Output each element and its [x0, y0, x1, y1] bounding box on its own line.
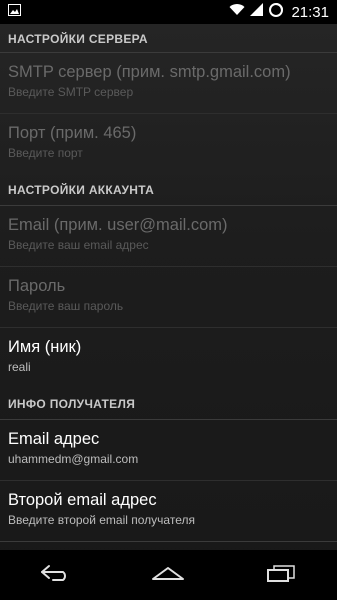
home-button[interactable]	[138, 555, 198, 595]
back-icon	[39, 564, 73, 587]
navigation-bar	[0, 550, 337, 600]
pref-summary: Введите порт	[8, 146, 83, 160]
pref-recipient-email[interactable]: Email адрес uhammedm@gmail.com	[0, 420, 337, 481]
recent-apps-button[interactable]	[251, 555, 311, 595]
settings-screen: 21:31 НАСТРОЙКИ СЕРВЕРА SMTP сервер (при…	[0, 0, 337, 600]
pref-summary: Введите второй email получателя	[8, 513, 195, 527]
pref-nick[interactable]: Имя (ник) reali	[0, 328, 337, 389]
pref-title: Имя (ник)	[8, 338, 82, 356]
pref-title: Второй email адрес	[8, 491, 157, 509]
pref-title: SMTP сервер (прим. smtp.gmail.com)	[8, 63, 291, 81]
clock: 21:31	[291, 3, 329, 21]
pref-title: Email адрес	[8, 430, 100, 448]
back-button[interactable]	[26, 555, 86, 595]
recent-apps-icon	[266, 564, 296, 587]
section-header-recipient: ИНФО ПОЛУЧАТЕЛЯ	[0, 389, 337, 420]
pref-title: Email (прим. user@mail.com)	[8, 216, 228, 234]
status-bar: 21:31	[0, 0, 337, 24]
pref-email[interactable]: Email (прим. user@mail.com) Введите ваш …	[0, 206, 337, 267]
pref-smtp-server[interactable]: SMTP сервер (прим. smtp.gmail.com) Введи…	[0, 53, 337, 114]
pref-title: Порт (прим. 465)	[8, 124, 137, 142]
pref-summary: uhammedm@gmail.com	[8, 452, 139, 466]
pref-summary: Введите SMTP сервер	[8, 85, 134, 99]
battery-icon	[268, 2, 284, 23]
pref-summary: Введите ваш пароль	[8, 299, 124, 313]
pref-title: Пароль	[8, 277, 66, 295]
pref-summary: Введите ваш email адрес	[8, 238, 149, 252]
wifi-icon	[229, 3, 245, 21]
pref-password[interactable]: Пароль Введите ваш пароль	[0, 267, 337, 328]
pref-second-email[interactable]: Второй email адрес Введите второй email …	[0, 481, 337, 542]
home-icon	[150, 565, 186, 586]
section-header-server: НАСТРОЙКИ СЕРВЕРА	[0, 24, 337, 53]
pref-port[interactable]: Порт (прим. 465) Введите порт	[0, 114, 337, 175]
section-header-account: НАСТРОЙКИ АККАУНТА	[0, 175, 337, 206]
signal-icon	[250, 3, 264, 21]
pref-summary: reali	[8, 360, 31, 374]
image-icon	[8, 3, 21, 21]
preferences-list[interactable]: НАСТРОЙКИ СЕРВЕРА SMTP сервер (прим. smt…	[0, 24, 337, 550]
